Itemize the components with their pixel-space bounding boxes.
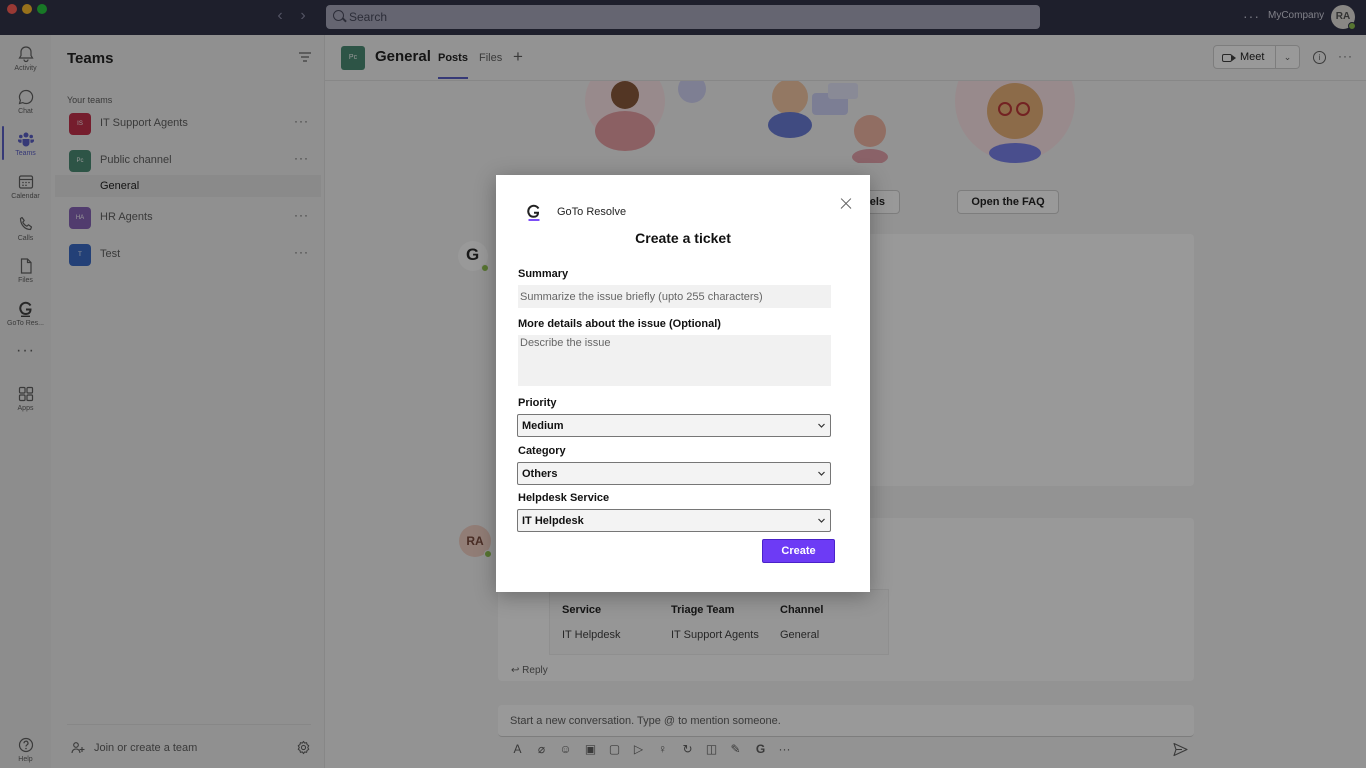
close-icon[interactable] (838, 196, 854, 212)
details-textarea[interactable] (518, 335, 831, 386)
brand-name: GoTo Resolve (557, 206, 627, 218)
helpdesk-service-select[interactable]: IT Helpdesk (517, 509, 831, 532)
priority-select[interactable]: Medium (517, 414, 831, 437)
chevron-down-icon (818, 423, 825, 428)
summary-label: Summary (518, 268, 569, 280)
category-label: Category (518, 445, 566, 457)
priority-value: Medium (522, 420, 564, 432)
chevron-down-icon (818, 471, 825, 476)
category-select[interactable]: Others (517, 462, 831, 485)
priority-label: Priority (518, 397, 557, 409)
goto-resolve-logo-icon (527, 204, 540, 221)
details-label: More details about the issue (Optional) (518, 318, 721, 330)
helpdesk-service-value: IT Helpdesk (522, 515, 584, 527)
category-value: Others (522, 468, 558, 480)
dialog-title: Create a ticket (635, 230, 731, 246)
create-button[interactable]: Create (762, 539, 835, 563)
helpdesk-service-label: Helpdesk Service (518, 492, 610, 504)
chevron-down-icon (818, 518, 825, 523)
summary-input[interactable] (518, 285, 831, 308)
create-ticket-dialog: GoTo Resolve Create a ticket Summary Mor… (496, 175, 870, 592)
